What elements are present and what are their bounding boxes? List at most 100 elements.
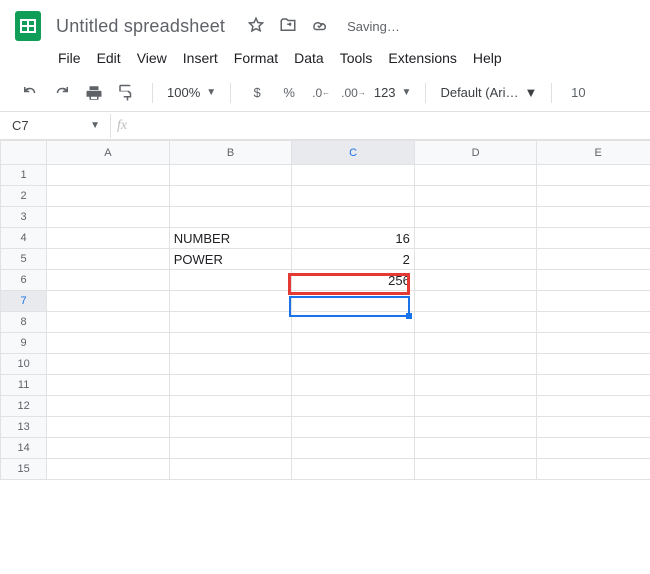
cell-D9[interactable] bbox=[414, 333, 537, 354]
col-header[interactable]: D bbox=[414, 141, 537, 165]
cell-C1[interactable] bbox=[292, 165, 415, 186]
row-header[interactable]: 13 bbox=[1, 417, 47, 438]
cell-A3[interactable] bbox=[47, 207, 170, 228]
cell-C9[interactable] bbox=[292, 333, 415, 354]
cell-D10[interactable] bbox=[414, 354, 537, 375]
print-icon[interactable] bbox=[82, 81, 106, 105]
percent-button[interactable]: % bbox=[277, 81, 301, 105]
row-header[interactable]: 8 bbox=[1, 312, 47, 333]
cell-E12[interactable] bbox=[537, 396, 650, 417]
redo-icon[interactable] bbox=[50, 81, 74, 105]
col-header[interactable]: B bbox=[169, 141, 292, 165]
font-select[interactable]: Default (Ari… ▼ bbox=[440, 85, 537, 100]
cell-A8[interactable] bbox=[47, 312, 170, 333]
cell-D13[interactable] bbox=[414, 417, 537, 438]
select-all-corner[interactable] bbox=[1, 141, 47, 165]
cell-D4[interactable] bbox=[414, 228, 537, 249]
row-header[interactable]: 9 bbox=[1, 333, 47, 354]
cell-E13[interactable] bbox=[537, 417, 650, 438]
cell-A1[interactable] bbox=[47, 165, 170, 186]
spreadsheet-grid[interactable]: A B C D E 1234NUMBER165POWER262567891011… bbox=[0, 140, 650, 480]
cell-E6[interactable] bbox=[537, 270, 650, 291]
cell-A10[interactable] bbox=[47, 354, 170, 375]
cell-E1[interactable] bbox=[537, 165, 650, 186]
cell-C2[interactable] bbox=[292, 186, 415, 207]
number-format-select[interactable]: 123 ▼ bbox=[374, 85, 412, 100]
row-header[interactable]: 5 bbox=[1, 249, 47, 270]
cell-A11[interactable] bbox=[47, 375, 170, 396]
row-header[interactable]: 7 bbox=[1, 291, 47, 312]
menu-tools[interactable]: Tools bbox=[340, 50, 373, 66]
cell-C8[interactable] bbox=[292, 312, 415, 333]
cell-B4[interactable]: NUMBER bbox=[169, 228, 292, 249]
row-header[interactable]: 1 bbox=[1, 165, 47, 186]
cell-A15[interactable] bbox=[47, 459, 170, 480]
row-header[interactable]: 11 bbox=[1, 375, 47, 396]
cell-B8[interactable] bbox=[169, 312, 292, 333]
increase-decimal-button[interactable]: .00→ bbox=[341, 81, 366, 105]
cell-A5[interactable] bbox=[47, 249, 170, 270]
cell-B3[interactable] bbox=[169, 207, 292, 228]
row-header[interactable]: 4 bbox=[1, 228, 47, 249]
cell-D15[interactable] bbox=[414, 459, 537, 480]
cloud-status-icon[interactable] bbox=[311, 16, 329, 37]
cell-E7[interactable] bbox=[537, 291, 650, 312]
cell-C15[interactable] bbox=[292, 459, 415, 480]
row-header[interactable]: 15 bbox=[1, 459, 47, 480]
cell-B5[interactable]: POWER bbox=[169, 249, 292, 270]
cell-E14[interactable] bbox=[537, 438, 650, 459]
cell-B13[interactable] bbox=[169, 417, 292, 438]
cell-D5[interactable] bbox=[414, 249, 537, 270]
cell-B11[interactable] bbox=[169, 375, 292, 396]
cell-B6[interactable] bbox=[169, 270, 292, 291]
cell-B15[interactable] bbox=[169, 459, 292, 480]
cell-B1[interactable] bbox=[169, 165, 292, 186]
cell-D14[interactable] bbox=[414, 438, 537, 459]
row-header[interactable]: 10 bbox=[1, 354, 47, 375]
star-icon[interactable] bbox=[247, 16, 265, 37]
name-box[interactable]: C7 ▼ bbox=[0, 118, 110, 133]
cell-B12[interactable] bbox=[169, 396, 292, 417]
cell-D7[interactable] bbox=[414, 291, 537, 312]
cell-E5[interactable] bbox=[537, 249, 650, 270]
cell-A2[interactable] bbox=[47, 186, 170, 207]
menu-data[interactable]: Data bbox=[294, 50, 324, 66]
cell-C4[interactable]: 16 bbox=[292, 228, 415, 249]
row-header[interactable]: 3 bbox=[1, 207, 47, 228]
decrease-decimal-button[interactable]: .0← bbox=[309, 81, 333, 105]
cell-E4[interactable] bbox=[537, 228, 650, 249]
row-header[interactable]: 6 bbox=[1, 270, 47, 291]
currency-button[interactable]: $ bbox=[245, 81, 269, 105]
font-size-input[interactable]: 10 bbox=[566, 81, 590, 105]
cell-D8[interactable] bbox=[414, 312, 537, 333]
menu-help[interactable]: Help bbox=[473, 50, 502, 66]
cell-C14[interactable] bbox=[292, 438, 415, 459]
cell-E10[interactable] bbox=[537, 354, 650, 375]
document-title[interactable]: Untitled spreadsheet bbox=[56, 16, 225, 37]
move-icon[interactable] bbox=[279, 16, 297, 37]
cell-C13[interactable] bbox=[292, 417, 415, 438]
cell-A9[interactable] bbox=[47, 333, 170, 354]
cell-B2[interactable] bbox=[169, 186, 292, 207]
cell-D11[interactable] bbox=[414, 375, 537, 396]
cell-C10[interactable] bbox=[292, 354, 415, 375]
cell-C11[interactable] bbox=[292, 375, 415, 396]
cell-D6[interactable] bbox=[414, 270, 537, 291]
cell-E2[interactable] bbox=[537, 186, 650, 207]
cell-A12[interactable] bbox=[47, 396, 170, 417]
row-header[interactable]: 12 bbox=[1, 396, 47, 417]
row-header[interactable]: 14 bbox=[1, 438, 47, 459]
cell-A6[interactable] bbox=[47, 270, 170, 291]
cell-D3[interactable] bbox=[414, 207, 537, 228]
paint-format-icon[interactable] bbox=[114, 81, 138, 105]
cell-B14[interactable] bbox=[169, 438, 292, 459]
cell-E9[interactable] bbox=[537, 333, 650, 354]
cell-C7[interactable] bbox=[292, 291, 415, 312]
cell-B10[interactable] bbox=[169, 354, 292, 375]
cell-A14[interactable] bbox=[47, 438, 170, 459]
menu-insert[interactable]: Insert bbox=[183, 50, 218, 66]
cell-C6[interactable]: 256 bbox=[292, 270, 415, 291]
cell-E8[interactable] bbox=[537, 312, 650, 333]
cell-D2[interactable] bbox=[414, 186, 537, 207]
cell-A7[interactable] bbox=[47, 291, 170, 312]
